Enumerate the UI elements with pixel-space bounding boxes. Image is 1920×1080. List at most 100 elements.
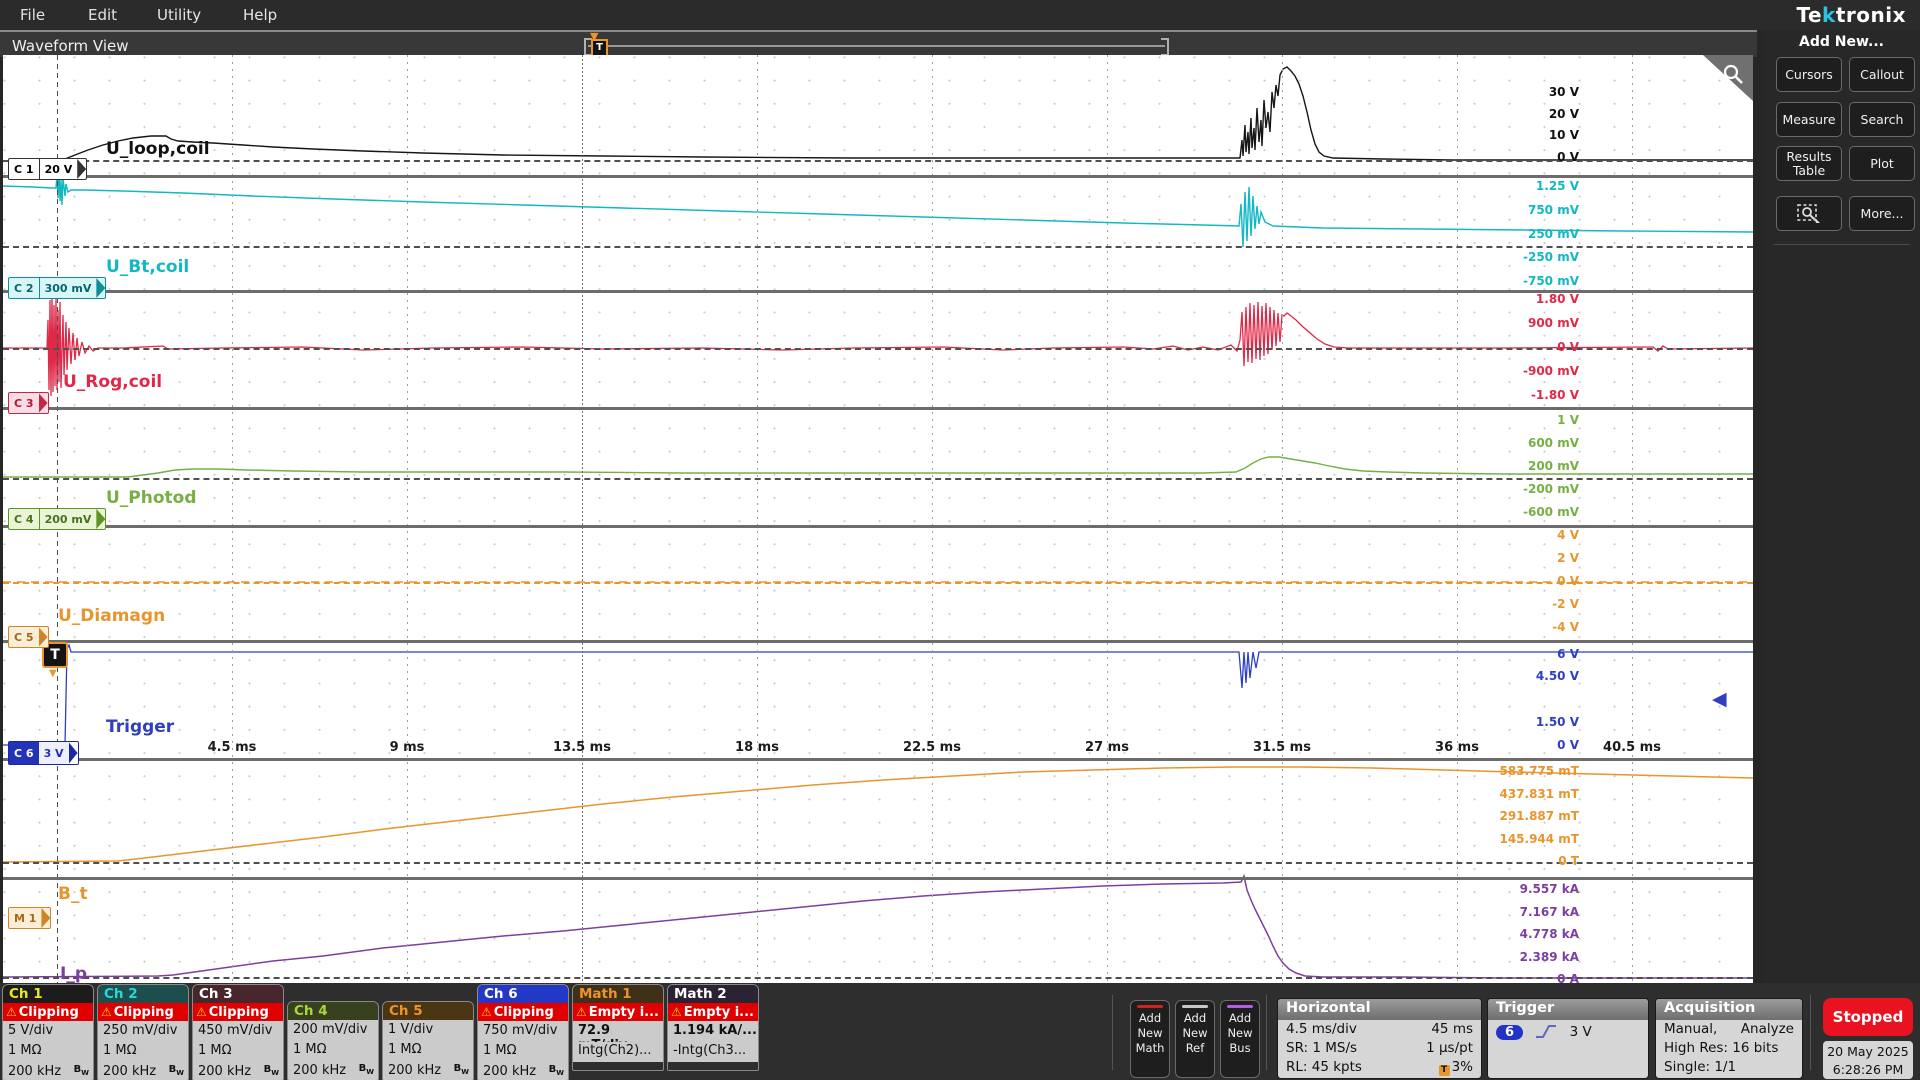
badge-row: 1 V/div <box>383 1020 473 1041</box>
tag-m1[interactable]: M 1 <box>8 907 51 929</box>
channel-label-c2[interactable]: U_Bt,coil <box>106 257 189 277</box>
trace-m1 <box>3 767 1753 862</box>
horizontal-panel[interactable]: Horizontal 4.5 ms/div45 ms SR: 1 MS/s1 µ… <box>1277 998 1482 1079</box>
cursors-button[interactable]: Cursors <box>1776 57 1842 92</box>
channel-label-c4[interactable]: U_Photod <box>106 488 197 508</box>
more-button[interactable]: More... <box>1849 196 1915 231</box>
channel-badge-math1[interactable]: Math 1⚠Empty i...72.9 mT/divIntg(Ch2)... <box>572 984 664 1071</box>
axis-tick-label: 291.887 mT <box>1499 809 1579 823</box>
axis-tick-label: 437.831 mT <box>1499 787 1579 801</box>
time-axis-label: 18 ms <box>722 740 792 755</box>
callout-button[interactable]: Callout <box>1849 57 1915 92</box>
menu-utility[interactable]: Utility <box>157 6 201 24</box>
warning-icon: ⚠ <box>196 1005 207 1019</box>
tag-c3[interactable]: C 3 <box>8 392 49 414</box>
badge-row: 200 kHzBW <box>478 1062 568 1080</box>
acquisition-single: Single: 1/1 <box>1656 1058 1802 1077</box>
add-new-bus-button[interactable]: AddNewBus <box>1220 1000 1260 1078</box>
major-gridline <box>1107 55 1108 983</box>
badge-row: 1 MΩ <box>193 1042 283 1063</box>
channel-label-m1[interactable]: B_t <box>58 884 88 904</box>
channel-label-m2[interactable]: I_p <box>60 964 87 984</box>
badge-row: 200 kHzBW <box>193 1062 283 1080</box>
add-new-ref-button[interactable]: AddNewRef <box>1175 1000 1215 1078</box>
badge-row: 250 mV/div <box>98 1021 188 1042</box>
badge-row: -Intg(Ch3... <box>668 1042 758 1063</box>
acquisition-panel[interactable]: Acquisition Manual,Analyze High Res: 16 … <box>1655 998 1803 1079</box>
axis-tick-label: 20 V <box>1549 107 1579 121</box>
plot-button[interactable]: Plot <box>1849 146 1915 181</box>
tag-c4[interactable]: C 4 200 mV <box>8 508 106 530</box>
tag-c1-id: C 1 <box>9 159 40 179</box>
acquisition-panel-title: Acquisition <box>1656 999 1802 1020</box>
badge-row: 1 MΩ <box>288 1041 378 1062</box>
menu-help[interactable]: Help <box>243 6 277 24</box>
channel-label-c5[interactable]: U_Diamagn <box>58 606 165 626</box>
measure-button[interactable]: Measure <box>1776 102 1842 137</box>
channel-label-c1[interactable]: U_loop,coil <box>106 139 210 159</box>
axis-tick-label: 4.778 kA <box>1520 927 1579 941</box>
zoom-tool-button[interactable] <box>1776 196 1842 231</box>
channel-badge-ch6[interactable]: Ch 6⚠Clipping750 mV/div1 MΩ200 kHzBW <box>477 984 569 1080</box>
badge-row: 200 kHzBW <box>288 1061 378 1080</box>
tektronix-logo: Tektronix <box>1796 3 1906 27</box>
axis-tick-label: -750 mV <box>1523 274 1579 288</box>
axis-tick-label: 10 V <box>1549 128 1579 142</box>
horizontal-samplerate: SR: 1 MS/s <box>1286 1040 1357 1056</box>
channel-label-c6[interactable]: Trigger <box>106 717 174 737</box>
channel-badge-math2[interactable]: Math 2⚠Empty i...1.194 kA/...-Intg(Ch3..… <box>667 984 759 1071</box>
axis-tick-label: 30 V <box>1549 85 1579 99</box>
tag-c6[interactable]: C 6 3 V <box>8 741 79 765</box>
add-new-math-button[interactable]: AddNewMath <box>1130 1000 1170 1078</box>
axis-tick-label: 250 mV <box>1528 227 1579 241</box>
major-gridline <box>1632 55 1633 983</box>
channel-badge-ch1[interactable]: Ch 1⚠Clipping5 V/div1 MΩ200 kHzBW <box>2 984 94 1080</box>
trigger-level-arrow-icon[interactable]: ◀ <box>1712 688 1727 710</box>
tag-c5[interactable]: C 5 <box>8 626 49 648</box>
channel-badge-ch4[interactable]: Ch 4200 mV/div1 MΩ200 kHzBW <box>287 1001 379 1080</box>
bottom-separator-1 <box>1112 995 1113 1070</box>
axis-tick-label: 0 V <box>1557 574 1579 588</box>
tag-c1-scale: 20 V <box>40 159 78 179</box>
waveform-graticule[interactable]: 30 V20 V10 V0 V1.25 V750 mV250 mV-250 mV… <box>3 55 1753 983</box>
axis-tick-label: 900 mV <box>1528 316 1579 330</box>
time-axis-label: 22.5 ms <box>897 740 967 755</box>
badge-row: 1 MΩ <box>98 1042 188 1063</box>
channel-label-c3[interactable]: U_Rog,coil <box>63 372 162 392</box>
menu-edit[interactable]: Edit <box>88 6 117 24</box>
tag-c2[interactable]: C 2 300 mV <box>8 277 106 299</box>
search-button[interactable]: Search <box>1849 102 1915 137</box>
results-table-button[interactable]: Results Table <box>1776 146 1842 181</box>
channel-badge-ch3[interactable]: Ch 3⚠Clipping450 mV/div1 MΩ200 kHzBW <box>192 984 284 1080</box>
warning-icon: ⚠ <box>576 1005 587 1019</box>
warning-icon: ⚠ <box>481 1005 492 1019</box>
badge-warning: ⚠Clipping <box>3 1003 93 1021</box>
channel-badge-ch5[interactable]: Ch 51 V/div1 MΩ200 kHzBW <box>382 1001 474 1080</box>
stopped-status-button[interactable]: Stopped <box>1823 998 1913 1036</box>
menu-file[interactable]: File <box>20 6 45 24</box>
trace-c6 <box>3 645 1753 745</box>
zero-reference-line <box>3 348 1753 350</box>
axis-tick-label: -1.80 V <box>1531 388 1579 402</box>
rising-edge-icon <box>1535 1024 1557 1039</box>
warning-icon: ⚠ <box>671 1005 682 1019</box>
axis-tick-label: 6 V <box>1557 647 1579 661</box>
zero-reference-line <box>3 582 1753 584</box>
bandwidth-icon: BW <box>169 1064 184 1077</box>
trigger-panel-title: Trigger <box>1488 999 1648 1020</box>
axis-tick-label: 4.50 V <box>1536 669 1579 683</box>
axis-tick-label: 2.389 kA <box>1520 950 1579 964</box>
trace-c3 <box>3 296 1753 396</box>
time-axis-label: 9 ms <box>372 740 442 755</box>
acquisition-analyze: Analyze <box>1741 1021 1794 1037</box>
acquisition-highres: High Res: 16 bits <box>1656 1039 1802 1058</box>
zero-reference-line <box>3 862 1753 864</box>
record-view-bar[interactable] <box>588 45 1165 47</box>
tag-c1[interactable]: C 1 20 V <box>8 158 87 180</box>
channel-badge-ch2[interactable]: Ch 2⚠Clipping250 mV/div1 MΩ200 kHzBW <box>97 984 189 1080</box>
trigger-panel[interactable]: Trigger 6 3 V <box>1487 998 1649 1079</box>
axis-tick-label: 1.50 V <box>1536 715 1579 729</box>
axis-tick-label: -600 mV <box>1523 505 1579 519</box>
horizontal-trigger-pos: 3% <box>1452 1059 1473 1075</box>
trigger-level-value: 3 V <box>1570 1024 1592 1040</box>
